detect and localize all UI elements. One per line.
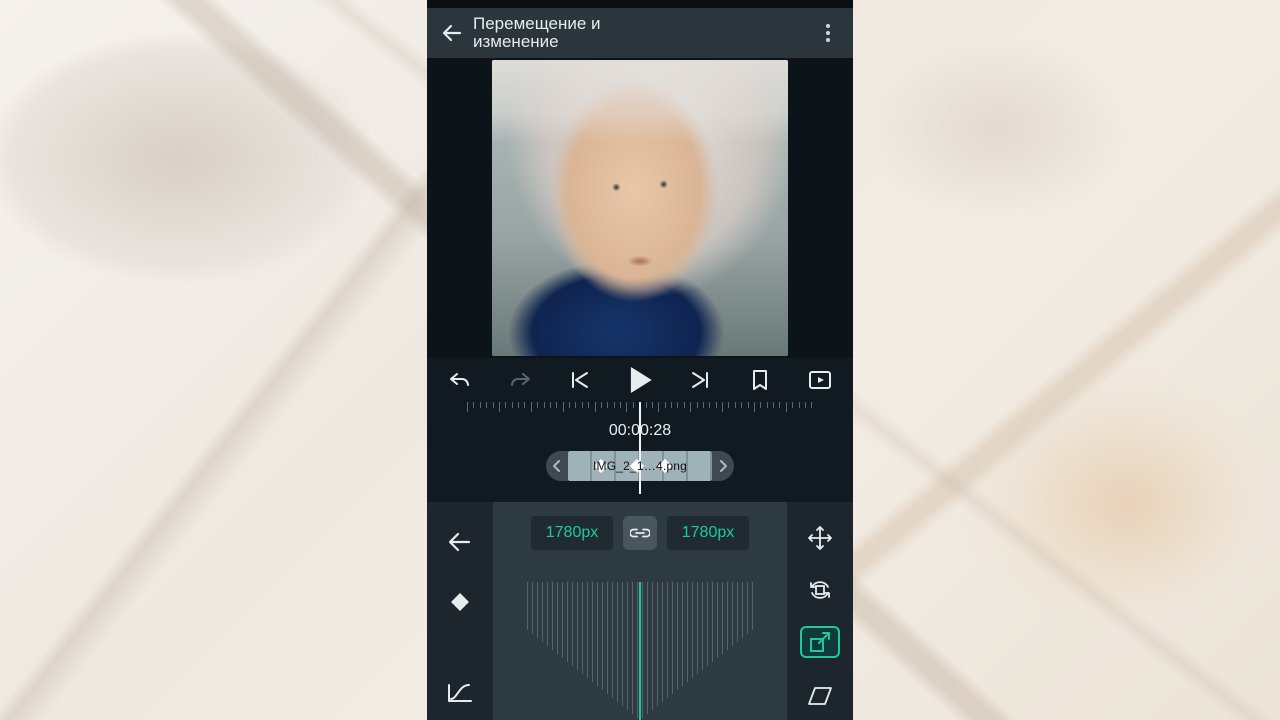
- slider-playhead[interactable]: [639, 582, 641, 720]
- width-value[interactable]: 1780px: [531, 516, 613, 550]
- preview-image: [492, 60, 788, 356]
- adjust-panel: 1780px 1780px: [427, 502, 853, 720]
- skip-start-button[interactable]: [563, 363, 597, 397]
- height-value[interactable]: 1780px: [667, 516, 749, 550]
- timeline-area[interactable]: 00:00:28 IMG_2_1…4.png: [427, 402, 853, 498]
- panel-center: 1780px 1780px: [493, 502, 787, 720]
- transport-bar: [427, 358, 853, 402]
- diamond-icon: [449, 591, 471, 613]
- rotate-icon: [807, 577, 833, 603]
- title-line-1: Перемещение и: [473, 15, 809, 33]
- arrow-left-icon: [447, 531, 473, 553]
- play-icon: [626, 364, 655, 395]
- next-clip-button[interactable]: [712, 451, 734, 481]
- clip-thumbnail[interactable]: IMG_2_1…4.png: [568, 451, 712, 481]
- fullscreen-play-icon: [808, 370, 832, 390]
- panel-left-column: [427, 502, 493, 720]
- ease-curve-icon: [447, 681, 473, 703]
- header-bar: Перемещение и изменение: [427, 8, 853, 58]
- timecode-display: 00:00:28: [427, 422, 853, 440]
- more-menu-button[interactable]: [809, 14, 847, 52]
- play-button[interactable]: [623, 363, 657, 397]
- skip-end-icon: [689, 370, 711, 390]
- value-slider[interactable]: [505, 582, 775, 720]
- redo-button[interactable]: [503, 363, 537, 397]
- move-tool-button[interactable]: [800, 522, 840, 554]
- skip-start-icon: [569, 370, 591, 390]
- ease-curve-button[interactable]: [440, 672, 480, 712]
- ruler-ticks: [467, 402, 813, 418]
- app-window: Перемещение и изменение: [427, 0, 853, 720]
- move-icon: [807, 525, 833, 551]
- link-dimensions-button[interactable]: [623, 516, 657, 550]
- status-bar: [427, 0, 853, 8]
- skew-tool-button[interactable]: [800, 680, 840, 712]
- panel-back-button[interactable]: [440, 522, 480, 562]
- chevron-right-icon: [719, 460, 727, 472]
- rotate-tool-button[interactable]: [800, 574, 840, 606]
- chevron-left-icon: [553, 460, 561, 472]
- clip-strip-row: IMG_2_1…4.png: [427, 446, 853, 486]
- bookmark-icon: [751, 369, 769, 391]
- add-keyframe-button[interactable]: [440, 582, 480, 622]
- skip-end-button[interactable]: [683, 363, 717, 397]
- panel-right-column: [787, 502, 853, 720]
- prev-clip-button[interactable]: [546, 451, 568, 481]
- fullscreen-play-button[interactable]: [803, 363, 837, 397]
- bookmark-button[interactable]: [743, 363, 777, 397]
- back-button[interactable]: [433, 14, 471, 52]
- undo-button[interactable]: [443, 363, 477, 397]
- arrow-left-icon: [440, 21, 464, 45]
- kebab-icon: [826, 24, 830, 42]
- scale-tool-button[interactable]: [800, 626, 840, 659]
- redo-icon: [508, 370, 532, 390]
- link-icon: [630, 526, 650, 540]
- scale-icon: [809, 631, 831, 653]
- title-line-2: изменение: [473, 33, 809, 51]
- dimension-row: 1780px 1780px: [505, 516, 775, 550]
- undo-icon: [448, 370, 472, 390]
- clip-filename: IMG_2_1…4.png: [593, 459, 687, 473]
- preview-area[interactable]: [427, 58, 853, 358]
- skew-icon: [807, 685, 833, 707]
- page-title: Перемещение и изменение: [471, 15, 809, 51]
- timeline-ruler[interactable]: [467, 402, 813, 418]
